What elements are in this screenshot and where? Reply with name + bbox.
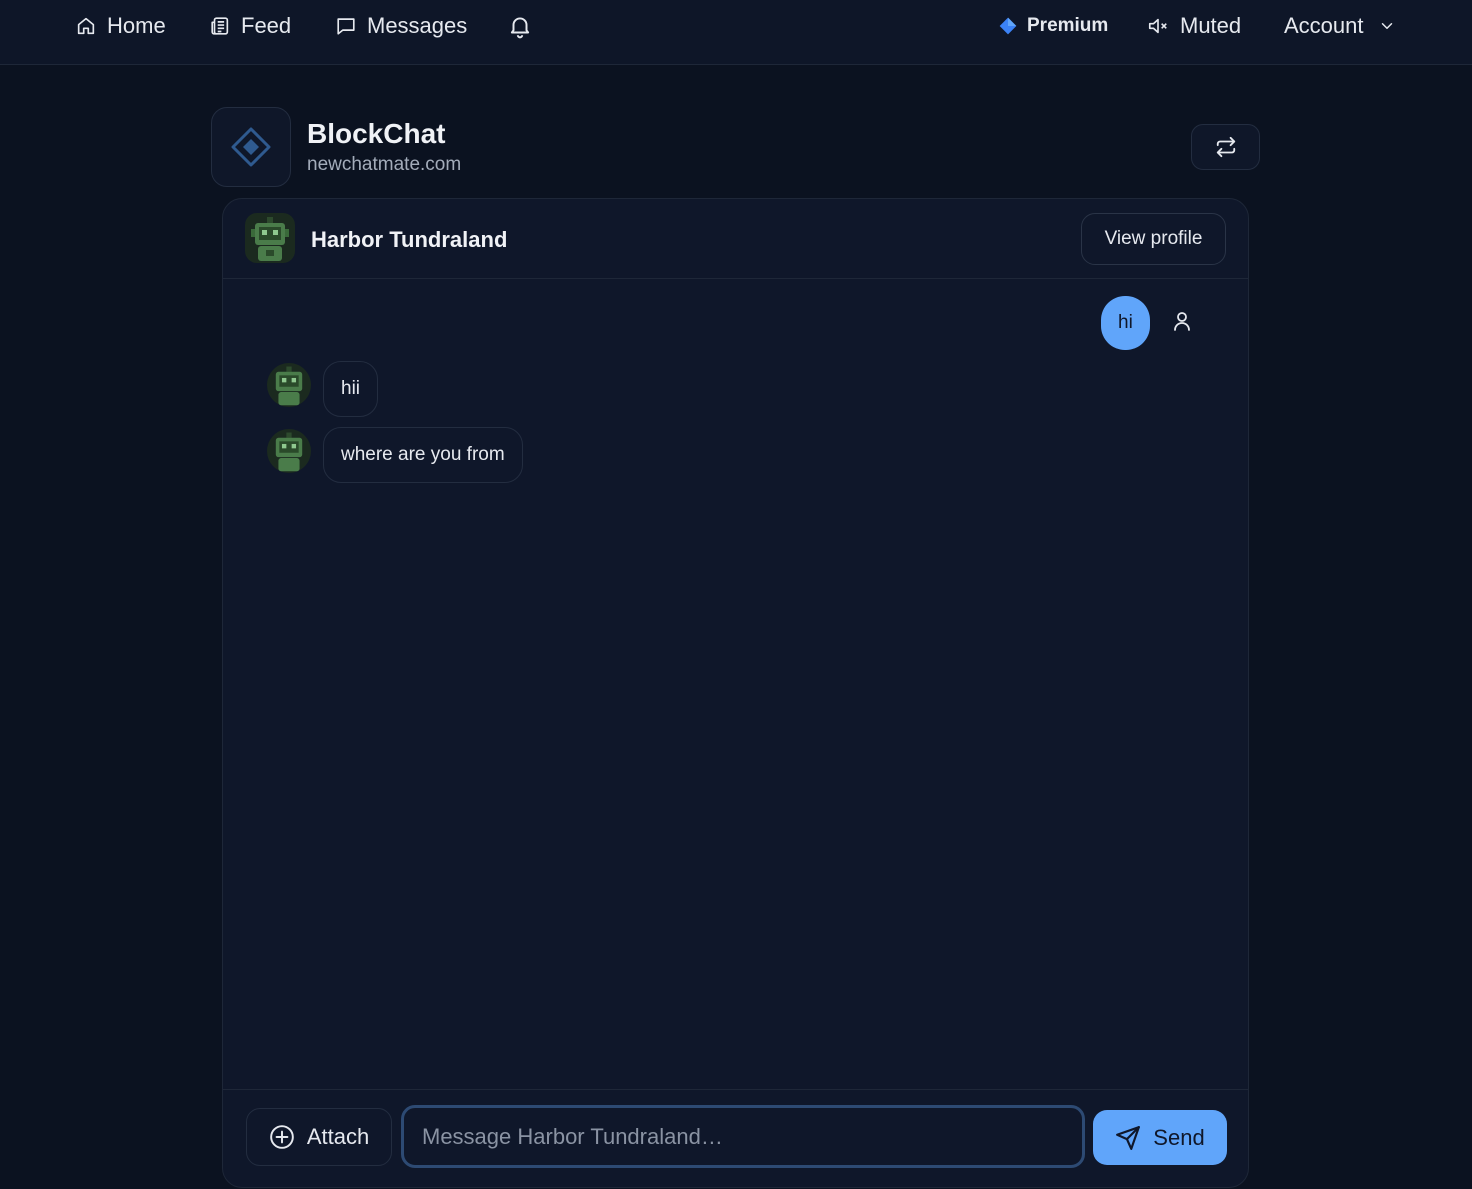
muted-speaker-icon: [1148, 18, 1167, 34]
contact-avatar-small: [267, 429, 311, 473]
home-icon: [77, 17, 95, 35]
diamond-icon: [999, 17, 1017, 35]
incoming-message: hii: [323, 361, 379, 417]
nav-feed[interactable]: Feed: [209, 0, 291, 52]
nav-account-menu[interactable]: Account: [1284, 0, 1396, 52]
incoming-message: where are you from: [323, 427, 523, 483]
nav-account-label: Account: [1284, 13, 1364, 38]
outgoing-message: hi: [1101, 296, 1150, 350]
send-button[interactable]: Send: [1093, 1110, 1227, 1165]
nav-messages-label: Messages: [367, 13, 468, 38]
nav-home-label: Home: [107, 13, 166, 38]
nav-home[interactable]: Home: [75, 0, 166, 52]
brand-logo: [211, 107, 291, 187]
nav-premium-label: Premium: [1027, 15, 1109, 36]
switch-button[interactable]: [1191, 124, 1260, 170]
contact-avatar[interactable]: [245, 213, 295, 263]
send-label: Send: [1153, 1124, 1205, 1150]
user-icon: [1174, 312, 1190, 331]
bell-icon: [510, 17, 530, 39]
diamond-logo-icon: [231, 127, 271, 167]
view-profile-button[interactable]: View profile: [1081, 213, 1226, 265]
nav-notifications[interactable]: [507, 0, 533, 52]
top-navigation: Home Feed Messages Premium Muted Account: [0, 0, 1472, 65]
nav-muted-label: Muted: [1180, 13, 1242, 38]
message-input[interactable]: [401, 1105, 1085, 1168]
robot-avatar-icon: [267, 363, 311, 407]
paper-plane-icon: [1116, 1125, 1141, 1150]
robot-avatar-icon: [267, 429, 311, 473]
chat-panel: Harbor Tundraland View profile hi hii wh…: [222, 198, 1249, 1188]
message-composer: Attach Send: [223, 1089, 1248, 1189]
messages-icon: [337, 18, 355, 35]
nav-premium[interactable]: Premium: [998, 0, 1108, 52]
chevron-down-icon: [1381, 23, 1392, 29]
nav-messages[interactable]: Messages: [335, 0, 467, 52]
nav-feed-label: Feed: [241, 13, 292, 38]
attach-label: Attach: [306, 1124, 370, 1149]
robot-avatar-icon: [245, 213, 295, 263]
chat-header: Harbor Tundraland View profile: [223, 199, 1248, 279]
brand-domain: newchatmate.com: [307, 154, 462, 175]
plus-circle-icon: [270, 1125, 294, 1149]
swap-arrows-icon: [1216, 136, 1235, 158]
contact-avatar-small: [267, 363, 311, 407]
brand-name: BlockChat: [307, 118, 446, 149]
attach-button[interactable]: Attach: [246, 1108, 392, 1166]
contact-name: Harbor Tundraland: [311, 227, 508, 252]
feed-icon: [211, 17, 229, 35]
nav-muted-toggle[interactable]: Muted: [1147, 0, 1241, 52]
